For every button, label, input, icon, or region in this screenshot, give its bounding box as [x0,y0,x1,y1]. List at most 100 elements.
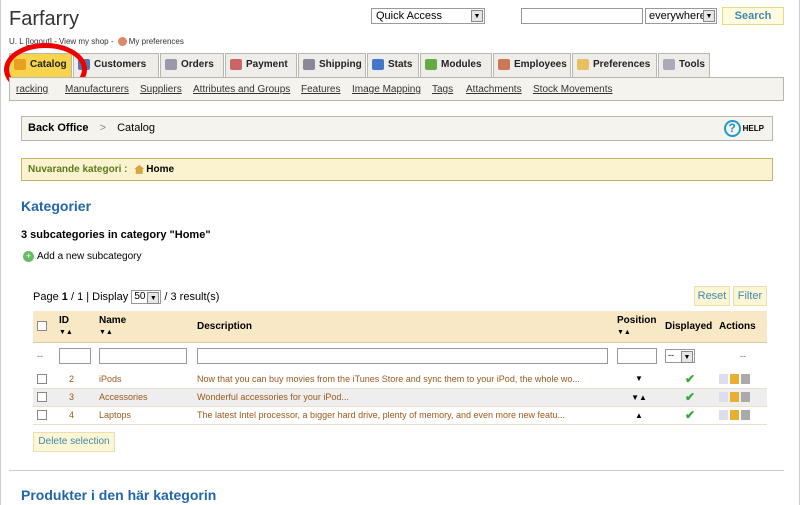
view-icon[interactable] [719,374,728,385]
filter-actions-dash: -- [715,342,767,370]
col-name-label: Name [99,315,127,327]
delete-icon[interactable] [741,410,750,421]
payment-icon [230,59,242,70]
subnav-item-tracking[interactable]: racking [16,84,48,95]
sort-icon[interactable]: ▼▲ [617,329,631,336]
filter-button[interactable]: Filter [733,286,767,306]
table-header-row: ID ▼▲ Name ▼▲ Description Position ▼▲ Displ… [33,311,767,343]
folder-icon [14,59,26,70]
tab-stats[interactable]: Stats [367,53,419,77]
edit-icon[interactable] [730,410,739,421]
tab-shipping[interactable]: Shipping [298,53,366,77]
tab-catalog[interactable]: Catalog [9,53,72,78]
shop-title: Farfarry [9,8,79,30]
table-row[interactable]: 3 Accessories Wonderful accessories for … [33,388,767,407]
filter-displayed-select[interactable]: -- ▼ [665,349,695,364]
breadcrumb: Back Office > Catalog ? HELP [21,116,773,141]
pager: Page 1 / 1 | Display 50 ▼ / 3 result(s) [33,290,220,304]
subnav-item-attributes[interactable]: Attributes and Groups [193,84,290,95]
add-subcategory-link[interactable]: + Add a new subcategory [23,251,142,262]
filter-id-input[interactable] [59,348,91,365]
delete-icon[interactable] [741,392,750,403]
cell-description: The latest Intel processor, a bigger har… [193,406,613,425]
back-office-page: Farfarry U. L [logout] - View my shop - … [0,0,800,505]
add-subcategory-label: Add a new subcategory [37,251,142,263]
subnav-item-image-mapping[interactable]: Image Mapping [352,84,421,95]
tab-preferences[interactable]: Preferences [572,53,657,77]
table-row[interactable]: 2 iPods Now that you can buy movies from… [33,370,767,389]
search-scope-select[interactable]: everywhere ▼ [645,8,717,24]
view-shop-link[interactable]: View my shop [59,37,109,46]
table-row[interactable]: 4 Laptops The latest Intel processor, a … [33,406,767,425]
chevron-down-icon: ▼ [147,292,160,304]
row-select-cell [33,406,55,425]
subnav-item-features[interactable]: Features [301,84,340,95]
subnav-item-attachments[interactable]: Attachments [466,84,522,95]
chevron-down-icon: ▼ [703,10,715,22]
logout-link[interactable]: logout [28,37,50,46]
current-category-value[interactable]: Home [146,164,174,175]
edit-icon[interactable] [730,392,739,403]
tab-label: Stats [388,59,413,70]
preferences-icon [577,59,589,70]
row-checkbox[interactable] [37,374,47,385]
delete-selection-button[interactable]: Delete selection [33,432,115,452]
sort-icon[interactable]: ▼▲ [59,329,73,336]
subnav-item-suppliers[interactable]: Suppliers [140,84,182,95]
tab-payment[interactable]: Payment [225,53,297,77]
delete-icon[interactable] [741,374,750,385]
breadcrumb-root[interactable]: Back Office [28,122,89,134]
preferences-link[interactable]: My preferences [129,37,184,46]
actions-cell [715,388,767,407]
edit-icon[interactable] [730,374,739,385]
tab-employees[interactable]: Employees [493,53,571,77]
position-both-arrows[interactable]: ▼▲ [613,388,661,407]
reset-button[interactable]: Reset [694,286,730,306]
products-section-title: Produkter i den här kategorin [21,487,217,503]
current-category-label: Nuvarande kategori : [28,164,128,175]
row-checkbox[interactable] [37,392,47,403]
cell-name: Laptops [95,406,193,425]
tab-label: Orders [181,59,214,70]
tab-orders[interactable]: Orders [160,53,224,77]
displayed-check-icon[interactable]: ✔ [661,406,715,425]
tab-customers[interactable]: Customers [73,53,159,77]
results-count: / 3 result(s) [164,290,220,303]
user-icon [117,37,127,47]
per-page-select[interactable]: 50 ▼ [131,290,162,304]
quick-access-select[interactable]: Quick Access ▼ [371,8,485,24]
displayed-check-icon[interactable]: ✔ [661,388,715,407]
pager-pages: 1 [77,290,84,303]
tab-tools[interactable]: Tools [658,53,710,77]
view-icon[interactable] [719,410,728,421]
filter-name-input[interactable] [99,348,187,365]
position-up-arrow[interactable]: ▲ [613,406,661,425]
view-icon[interactable] [719,392,728,403]
pager-display-label: Display [92,290,129,303]
tab-label: Shipping [319,59,362,70]
tab-label: Payment [246,59,288,70]
displayed-check-icon[interactable]: ✔ [661,370,715,389]
search-input[interactable] [521,8,643,24]
subnav-item-manufacturers[interactable]: Manufacturers [65,84,129,95]
cell-id: 4 [55,406,95,425]
row-checkbox[interactable] [37,410,47,421]
position-down-arrow[interactable]: ▼ [613,370,661,389]
select-all-checkbox[interactable] [37,321,47,332]
col-displayed: Displayed [661,311,715,343]
pager-page: 1 [61,290,68,303]
search-button[interactable]: Search [722,7,784,25]
cell-id: 3 [55,388,95,407]
tab-modules[interactable]: Modules [420,53,492,77]
help-button[interactable]: ? HELP [723,120,764,138]
cell-description: Wonderful accessories for your iPod... [193,388,613,407]
col-position: Position ▼▲ [613,311,661,343]
col-name: Name ▼▲ [95,311,193,343]
subnav-item-stock-movements[interactable]: Stock Movements [533,84,612,95]
filter-position-input[interactable] [617,348,657,365]
actions-cell [715,406,767,425]
sort-icon[interactable]: ▼▲ [99,329,113,336]
user-name: U. L [9,37,24,46]
subnav-item-tags[interactable]: Tags [432,84,453,95]
filter-description-input[interactable] [197,348,608,365]
